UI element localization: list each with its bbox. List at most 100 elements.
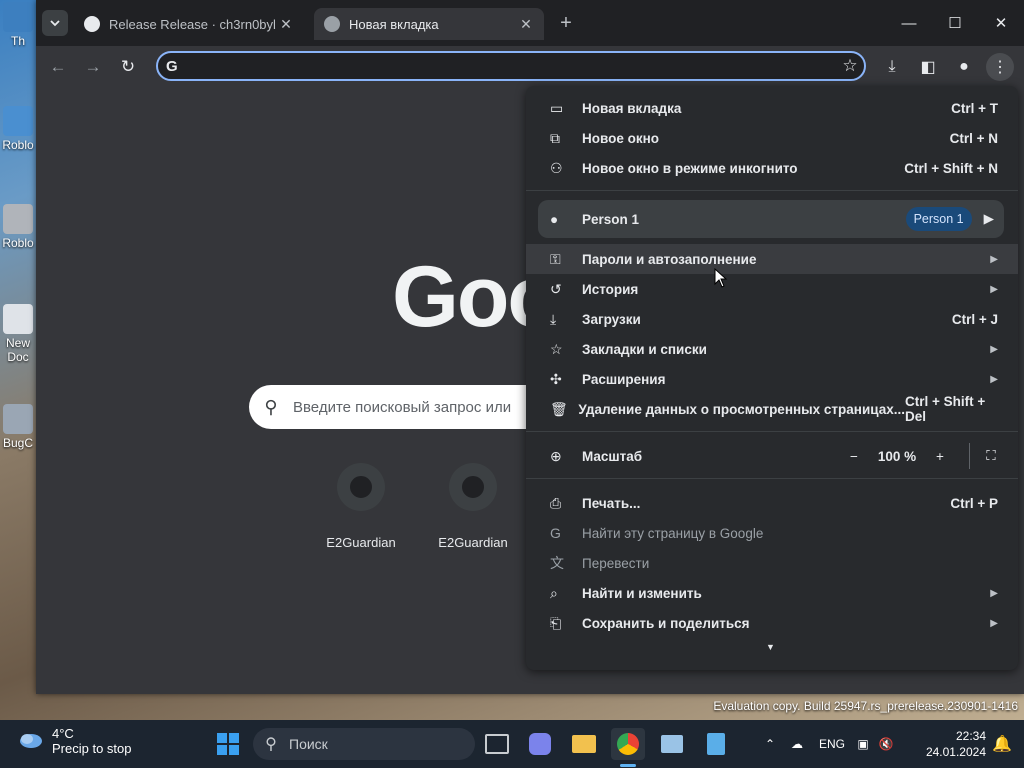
maximize-icon: ☐ bbox=[948, 15, 962, 32]
menu-item-find-edit[interactable]: ⌕ Найти и изменить ▶ bbox=[526, 578, 1018, 608]
chevron-right-icon: ▶ bbox=[990, 587, 998, 599]
cloud-offline-icon[interactable]: ☁ bbox=[780, 737, 814, 751]
translate-icon: 文 bbox=[550, 555, 564, 571]
address-input[interactable] bbox=[188, 57, 836, 75]
menu-item-label: История bbox=[582, 281, 639, 297]
desktop-icon-label: BugC bbox=[2, 436, 34, 450]
menu-item-history[interactable]: ↺ История ▶ bbox=[526, 274, 1018, 304]
menu-item-label: Сохранить и поделиться bbox=[582, 615, 750, 631]
evaluation-watermark: Evaluation copy. Build 25947.rs_prerelea… bbox=[713, 699, 1018, 713]
taskbar-app-notepad[interactable] bbox=[699, 728, 733, 760]
close-window-button[interactable]: ✕ bbox=[978, 0, 1024, 46]
share-icon: ⎗ bbox=[550, 614, 562, 631]
person-icon: ● bbox=[959, 58, 969, 75]
network-icon[interactable]: ▣ bbox=[850, 737, 876, 751]
weather-widget[interactable]: 4°C Precip to stop bbox=[18, 726, 132, 756]
minimize-icon: — bbox=[901, 14, 917, 32]
menu-item-incognito[interactable]: ⚇ Новое окно в режиме инкогнито Ctrl + S… bbox=[526, 153, 1018, 183]
bookmark-star-icon[interactable]: ☆ bbox=[836, 56, 864, 76]
tab-strip: Release Release · ch3rn0byl/Ang ✕ Новая … bbox=[36, 0, 1024, 46]
close-tab-icon[interactable]: ✕ bbox=[516, 16, 536, 33]
omnibox[interactable]: G ☆ bbox=[156, 51, 866, 81]
maximize-button[interactable]: ☐ bbox=[932, 0, 978, 46]
menu-item-downloads[interactable]: ⤓ Загрузки Ctrl + J bbox=[526, 304, 1018, 334]
menu-separator bbox=[526, 431, 1018, 432]
menu-item-label: Закладки и списки bbox=[582, 341, 707, 357]
forward-button[interactable]: → bbox=[79, 53, 107, 81]
tab-new-tab[interactable]: Новая вкладка ✕ bbox=[314, 8, 544, 40]
side-panel-button[interactable]: ◧ bbox=[914, 53, 942, 81]
menu-item-new-window[interactable]: ⧉ Новое окно Ctrl + N bbox=[526, 123, 1018, 153]
scroll-down-icon[interactable]: ▼ bbox=[766, 642, 775, 652]
menu-item-label: Новая вкладка bbox=[582, 100, 682, 116]
chevron-up-icon[interactable]: ⌃ bbox=[760, 737, 780, 751]
kebab-menu-icon: ⋮ bbox=[992, 59, 1008, 76]
taskbar-app-teams[interactable] bbox=[523, 728, 557, 760]
zoom-out-button[interactable]: − bbox=[839, 449, 869, 464]
menu-item-shortcut: Ctrl + J bbox=[951, 311, 998, 327]
menu-item-new-tab[interactable]: ▭ Новая вкладка Ctrl + T bbox=[526, 93, 1018, 123]
volume-muted-icon[interactable]: 🔇 bbox=[876, 737, 896, 751]
fullscreen-icon[interactable]: ⛶ bbox=[984, 448, 998, 464]
menu-item-label: Новое окно в режиме инкогнито bbox=[582, 160, 798, 176]
shortcut-tile[interactable]: E2Guardian bbox=[311, 463, 411, 550]
desktop-icon[interactable]: Roblo bbox=[0, 106, 36, 152]
back-button[interactable]: ← bbox=[44, 53, 72, 81]
tab-search-button[interactable] bbox=[42, 10, 68, 36]
chevron-right-icon: ▶ bbox=[990, 343, 998, 355]
folder-icon bbox=[572, 735, 596, 753]
notification-bell-icon[interactable]: 🔔 bbox=[992, 734, 1012, 754]
arrow-right-icon: → bbox=[84, 57, 102, 76]
menu-item-zoom: ⊕ Масштаб − 100 % + ⛶ bbox=[526, 441, 1018, 471]
minimize-button[interactable]: — bbox=[886, 0, 932, 46]
zoom-in-button[interactable]: + bbox=[925, 449, 955, 464]
close-tab-icon[interactable]: ✕ bbox=[276, 16, 296, 33]
menu-item-label: Перевести bbox=[582, 555, 650, 571]
menu-item-shortcut: Ctrl + T bbox=[951, 100, 998, 116]
desktop-icon[interactable]: Th bbox=[0, 2, 36, 48]
bookmark-star-icon: ☆ bbox=[550, 340, 563, 357]
taskbar-app-chrome[interactable] bbox=[611, 728, 645, 760]
zoom-divider bbox=[969, 443, 970, 469]
desktop-icon[interactable]: Roblo bbox=[0, 204, 36, 250]
desktop-icon[interactable]: New Doc bbox=[0, 304, 36, 364]
clock[interactable]: 22:34 24.01.2024 bbox=[926, 728, 986, 760]
menu-item-passwords[interactable]: ⚿ Пароли и автозаполнение ▶ bbox=[526, 244, 1018, 274]
weather-temp: 4°C bbox=[52, 726, 74, 741]
find-icon: ⌕ bbox=[550, 584, 558, 601]
taskbar-app-explorer[interactable] bbox=[567, 728, 601, 760]
download-icon: ⤓ bbox=[550, 310, 557, 327]
shortcut-label: E2Guardian bbox=[438, 535, 508, 550]
desktop-icon[interactable]: BugC bbox=[0, 404, 36, 450]
desktop-icon-label: Roblo bbox=[2, 138, 34, 152]
taskbar-app-monitor[interactable] bbox=[655, 728, 689, 760]
menu-item-save-share[interactable]: ⎗ Сохранить и поделиться ▶ bbox=[526, 608, 1018, 638]
zoom-controls: − 100 % + ⛶ bbox=[839, 443, 998, 469]
search-icon: ⚲ bbox=[265, 736, 277, 753]
new-tab-icon: ▭ bbox=[550, 99, 564, 116]
shortcut-tile[interactable]: E2Guardian bbox=[423, 463, 523, 550]
task-view-button[interactable] bbox=[480, 728, 514, 760]
reload-button[interactable]: ↻ bbox=[114, 53, 142, 81]
menu-button[interactable]: ⋮ bbox=[986, 53, 1014, 81]
menu-item-print[interactable]: ⎙ Печать... Ctrl + P bbox=[526, 488, 1018, 518]
desktop-icon-label: Th bbox=[10, 34, 25, 48]
menu-item-bookmarks[interactable]: ☆ Закладки и списки ▶ bbox=[526, 334, 1018, 364]
downloads-button[interactable]: ⤓ bbox=[878, 53, 906, 81]
menu-item-profile[interactable]: ● Person 1 Person 1 ▶ bbox=[538, 200, 1004, 238]
menu-item-extensions[interactable]: ✣ Расширения ▶ bbox=[526, 364, 1018, 394]
tab-title: Новая вкладка bbox=[349, 16, 439, 32]
taskbar-search[interactable]: ⚲ Поиск bbox=[253, 728, 475, 760]
menu-item-clear-data[interactable]: 🗑 Удаление данных о просмотренных страни… bbox=[526, 394, 1018, 424]
ntp-search-placeholder: Введите поисковый запрос или bbox=[293, 398, 512, 416]
active-app-indicator bbox=[620, 764, 636, 767]
profile-button[interactable]: ● bbox=[950, 53, 978, 81]
side-panel-icon: ◧ bbox=[920, 59, 936, 76]
tab-release[interactable]: Release Release · ch3rn0byl/Ang ✕ bbox=[74, 8, 304, 40]
start-button[interactable] bbox=[211, 728, 245, 760]
history-icon: ↺ bbox=[550, 280, 562, 297]
google-g-icon: G bbox=[166, 57, 178, 75]
language-indicator[interactable]: ENG bbox=[814, 737, 850, 751]
clock-date: 24.01.2024 bbox=[925, 745, 986, 759]
new-tab-button[interactable]: + bbox=[554, 12, 578, 36]
